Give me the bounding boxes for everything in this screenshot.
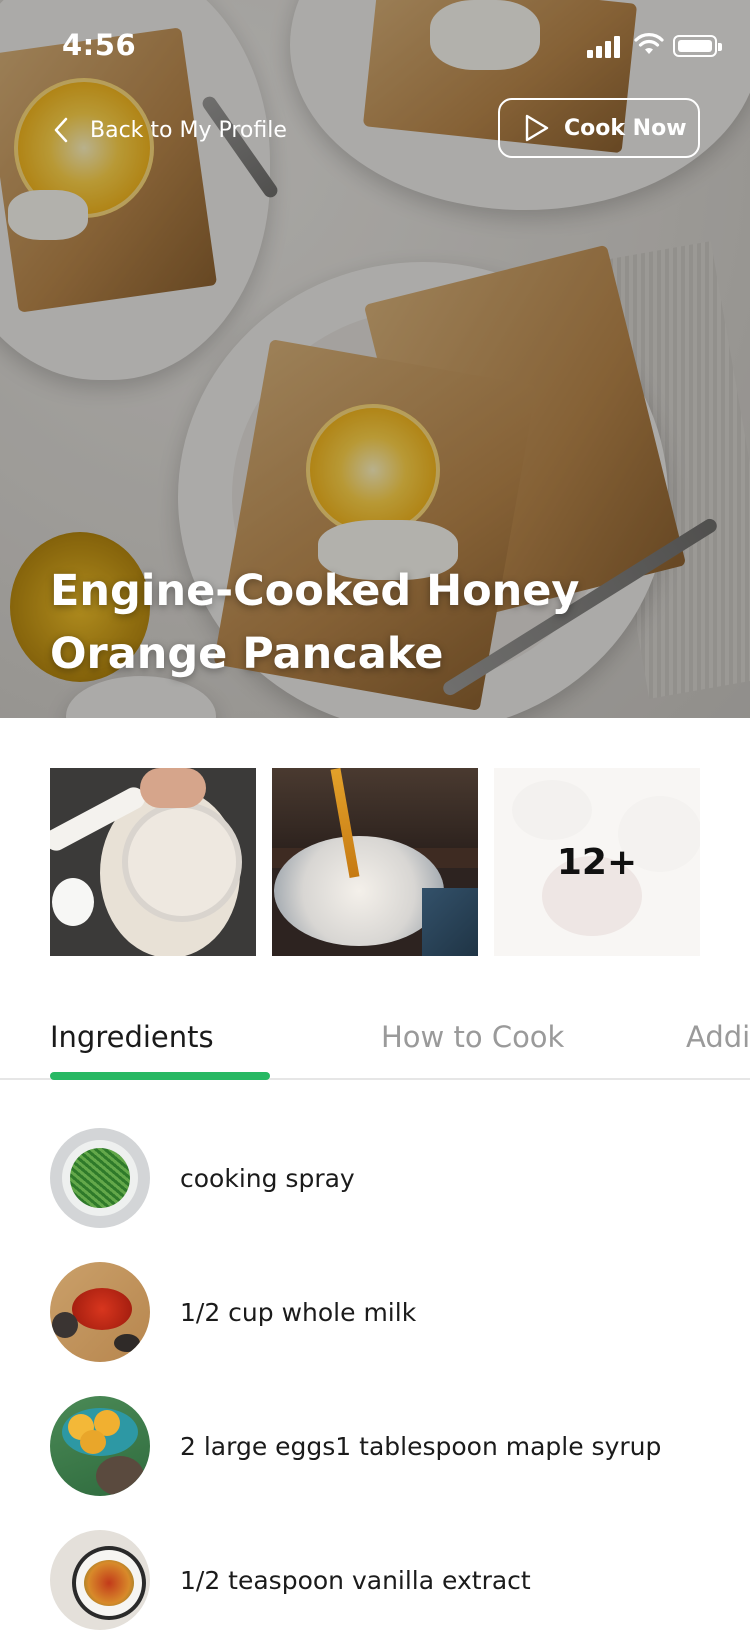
wifi-icon [634,33,664,54]
more-photos-count: 12+ [494,768,700,956]
ingredient-text: 1/2 cup whole milk [180,1297,417,1327]
ingredient-text: 2 large eggs1 tablespoon maple syrup [180,1431,662,1461]
status-time: 4:56 [62,28,137,62]
photo-gallery: 12+ [50,768,700,956]
recipe-title-line-2: Orange Pancake [50,629,444,679]
tab-ingredients[interactable]: Ingredients [50,1020,214,1054]
greens-bowl-icon [50,1128,150,1228]
tab-additional[interactable]: Addi [686,1020,750,1054]
ingredient-text: cooking spray [180,1163,355,1193]
spice-bowl-icon [50,1530,150,1630]
gallery-photo-spice[interactable] [272,768,478,956]
gallery-photo-more[interactable]: 12+ [494,768,700,956]
mixing-bowl [274,836,444,946]
cook-now-button[interactable]: Cook Now [498,98,700,158]
active-tab-indicator [50,1072,270,1080]
cook-now-label: Cook Now [564,115,687,141]
play-icon [525,114,549,142]
recipe-title-line-1: Engine-Cooked Honey [50,566,580,616]
recipe-title: Engine-Cooked Honey Orange Pancake [50,560,610,686]
ingredient-item: 1/2 cup whole milk [50,1262,416,1362]
recipe-tabs: Ingredients How to Cook Addi [0,1010,750,1080]
back-button-label: Back to My Profile [90,117,287,143]
back-to-profile-button[interactable]: Back to My Profile [48,110,287,150]
tab-how-to-cook[interactable]: How to Cook [381,1020,564,1054]
ingredient-item: 2 large eggs1 tablespoon maple syrup [50,1396,661,1496]
ingredient-item: 1/2 teaspoon vanilla extract [50,1530,531,1630]
ingredient-text: 1/2 teaspoon vanilla extract [180,1565,531,1595]
flour-cup [52,878,94,926]
ingredient-item: cooking spray [50,1128,355,1228]
chevron-left-icon [54,117,68,143]
red-spice-icon [50,1262,150,1362]
gallery-photo-dough[interactable] [50,768,256,956]
battery-icon [673,35,722,57]
status-bar: 4:56 [0,0,750,90]
cellular-signal-icon [587,36,623,58]
eggs-bowl-icon [50,1396,150,1496]
glass-bowl [122,802,242,922]
hand [140,768,206,808]
